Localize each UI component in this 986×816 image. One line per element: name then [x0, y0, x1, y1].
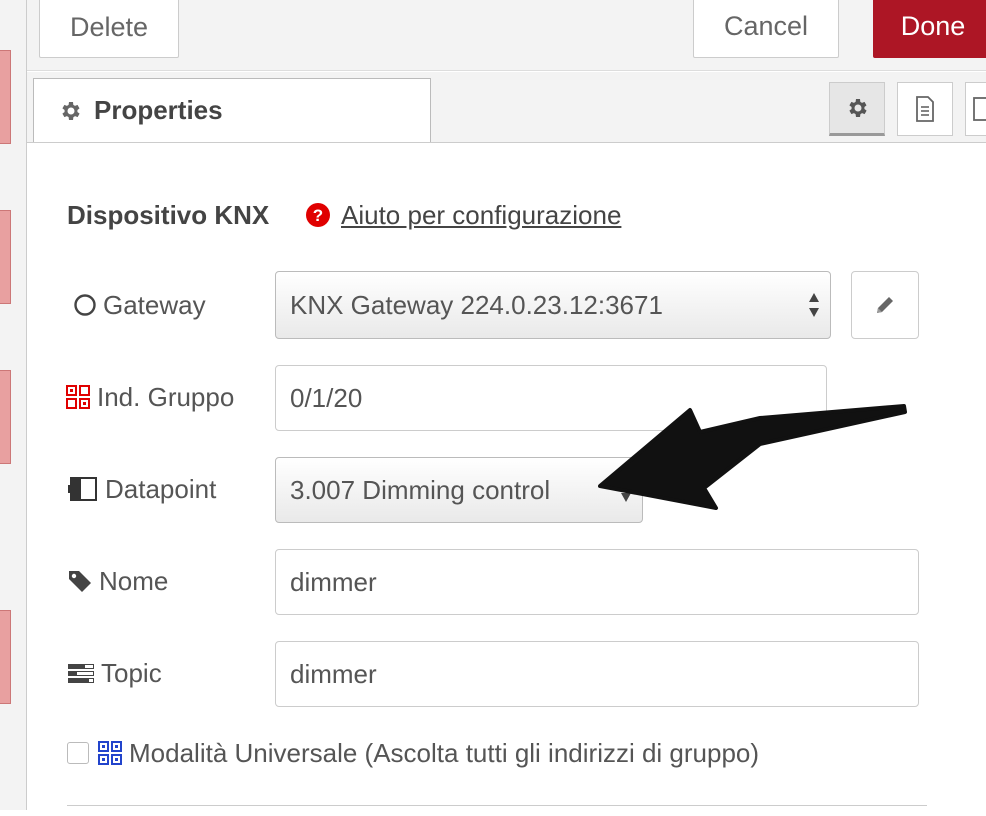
- annotation-arrow: [598, 404, 907, 510]
